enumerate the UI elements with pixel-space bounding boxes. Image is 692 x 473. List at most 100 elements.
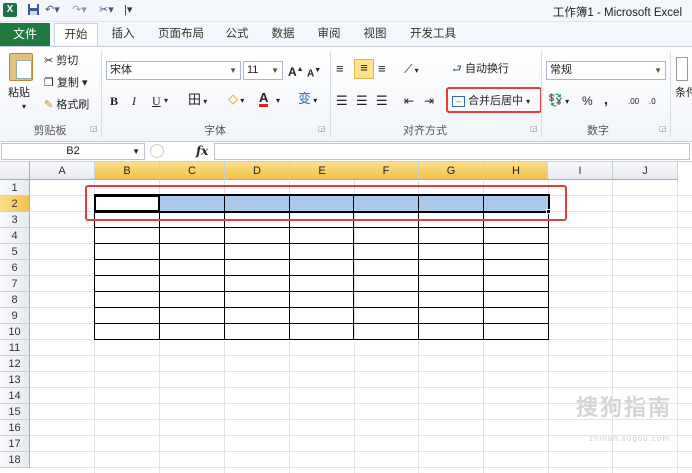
border-button[interactable]: 田 ▾ xyxy=(188,92,207,110)
row-header-10[interactable]: 10 xyxy=(0,324,30,340)
paste-button[interactable]: 粘贴 xyxy=(8,85,30,101)
grow-font-button[interactable]: A▲ xyxy=(288,62,304,80)
column-header-f[interactable]: F xyxy=(354,162,419,180)
tab-home[interactable]: 开始 xyxy=(54,23,98,46)
column-header-h[interactable]: H xyxy=(484,162,549,180)
cut-button[interactable]: ✂ 剪切 xyxy=(44,53,78,69)
tab-data[interactable]: 数据 xyxy=(264,23,302,46)
align-center-button[interactable]: ☰ xyxy=(356,93,368,109)
column-header-g[interactable]: G xyxy=(419,162,484,180)
copy-button[interactable]: ❐ 复制 ▾ xyxy=(44,75,88,91)
tab-developer[interactable]: 开发工具 xyxy=(402,23,464,46)
table-border xyxy=(94,339,549,340)
row-header-13[interactable]: 13 xyxy=(0,372,30,388)
customize-quick-access-icon[interactable]: |▾ xyxy=(124,3,132,18)
format-painter-button[interactable]: ✎ 格式刷 xyxy=(44,97,89,113)
align-left-button[interactable]: ☰ xyxy=(336,93,348,109)
row-header-18[interactable]: 18 xyxy=(0,452,30,468)
accounting-format-button[interactable]: 💱 ▾ xyxy=(548,92,569,110)
excel-logo-icon[interactable]: X xyxy=(3,3,17,17)
decrease-indent-button[interactable]: ⇤ xyxy=(404,93,414,109)
tab-formulas[interactable]: 公式 xyxy=(218,23,256,46)
increase-indent-button[interactable]: ⇥ xyxy=(424,93,434,109)
row-header-11[interactable]: 11 xyxy=(0,340,30,356)
align-bottom-icon: ≡ xyxy=(378,61,386,76)
phonetic-button[interactable]: 变 ▾ xyxy=(298,91,317,109)
underline-dropdown-icon[interactable]: ▾ xyxy=(164,93,168,109)
paste-dropdown-icon[interactable]: ▾ xyxy=(22,99,26,115)
select-all-corner[interactable] xyxy=(0,162,30,180)
row-header-14[interactable]: 14 xyxy=(0,388,30,404)
shrink-font-button[interactable]: A▼ xyxy=(307,63,321,82)
font-color-dropdown-icon[interactable]: ▾ xyxy=(276,93,280,109)
row-header-15[interactable]: 15 xyxy=(0,404,30,420)
row-header-16[interactable]: 16 xyxy=(0,420,30,436)
column-header-j[interactable]: J xyxy=(613,162,678,180)
column-header-e[interactable]: E xyxy=(290,162,355,180)
italic-button[interactable]: I xyxy=(132,93,136,109)
tab-insert[interactable]: 插入 xyxy=(104,23,142,46)
tab-view[interactable]: 视图 xyxy=(356,23,394,46)
copy-label: 复制 xyxy=(56,77,79,89)
column-header-c[interactable]: C xyxy=(160,162,225,180)
row-header-12[interactable]: 12 xyxy=(0,356,30,372)
row-header-1[interactable]: 1 xyxy=(0,180,30,196)
insert-function-button[interactable]: fx xyxy=(196,144,208,158)
table-border xyxy=(94,323,549,324)
column-header-d[interactable]: D xyxy=(225,162,290,180)
row-header-9[interactable]: 9 xyxy=(0,308,30,324)
decrease-indent-icon: ⇤ xyxy=(404,94,415,108)
wrap-text-button[interactable]: ⮐ 自动换行 xyxy=(452,61,509,77)
customize-icon[interactable]: ✂▾ xyxy=(99,3,114,18)
decrease-decimal-button[interactable]: .0 xyxy=(649,94,656,110)
name-box[interactable]: B2 ▼ xyxy=(1,143,145,160)
align-right-button[interactable]: ☰ xyxy=(376,93,388,109)
row-header-17[interactable]: 17 xyxy=(0,436,30,452)
save-icon[interactable] xyxy=(27,3,40,18)
align-middle-button[interactable]: ≡ xyxy=(354,59,374,79)
redo-icon[interactable]: ↷▾ xyxy=(72,3,87,18)
clipboard-launcher-icon[interactable]: ◲ xyxy=(90,124,98,133)
increase-decimal-button[interactable]: .00 xyxy=(628,94,639,110)
row-header-2[interactable]: 2 xyxy=(0,196,30,212)
paste-icon[interactable] xyxy=(9,53,33,81)
align-top-button[interactable]: ≡ xyxy=(336,61,344,77)
conditional-format-button[interactable]: 条件 xyxy=(675,85,692,101)
underline-button[interactable]: U xyxy=(152,93,161,109)
font-color-button[interactable]: A xyxy=(259,90,269,107)
formula-input[interactable] xyxy=(214,143,690,160)
row-header-5[interactable]: 5 xyxy=(0,244,30,260)
column-header-a[interactable]: A xyxy=(30,162,95,180)
row-header-7[interactable]: 7 xyxy=(0,276,30,292)
bold-button[interactable]: B xyxy=(110,93,118,109)
column-header-b[interactable]: B xyxy=(95,162,160,180)
percent-button[interactable]: % xyxy=(582,93,593,109)
conditional-format-icon[interactable] xyxy=(676,57,688,81)
worksheet-grid[interactable]: 搜狗指南 zhinan.sogou.com ABCDEFGHIJ12345678… xyxy=(0,162,692,473)
fill-color-button[interactable]: ◇ ▾ xyxy=(228,91,244,109)
comma-button[interactable]: , xyxy=(604,91,608,107)
number-launcher-icon[interactable]: ◲ xyxy=(659,124,667,133)
font-color-icon: A xyxy=(259,90,269,105)
table-border xyxy=(94,275,549,276)
tab-file[interactable]: 文件 xyxy=(0,23,50,46)
row-header-6[interactable]: 6 xyxy=(0,260,30,276)
gridline xyxy=(30,387,692,388)
gridline xyxy=(30,467,692,468)
font-size-combo[interactable]: 11 ▼ xyxy=(243,61,283,80)
row-header-4[interactable]: 4 xyxy=(0,228,30,244)
tab-review[interactable]: 审阅 xyxy=(310,23,348,46)
column-header-i[interactable]: I xyxy=(548,162,613,180)
cancel-entry-icon[interactable] xyxy=(150,144,164,158)
formula-bar: B2 ▼ fx xyxy=(0,142,692,162)
font-name-combo[interactable]: 宋体 ▼ xyxy=(106,61,241,80)
number-format-combo[interactable]: 常规 ▼ xyxy=(546,61,666,80)
align-bottom-button[interactable]: ≡ xyxy=(378,61,386,77)
font-launcher-icon[interactable]: ◲ xyxy=(318,124,326,133)
undo-icon[interactable]: ↶▾ xyxy=(45,3,60,18)
orientation-button[interactable]: ⟋ ▾ xyxy=(404,61,419,79)
tab-page-layout[interactable]: 页面布局 xyxy=(150,23,212,46)
row-header-8[interactable]: 8 xyxy=(0,292,30,308)
row-header-3[interactable]: 3 xyxy=(0,212,30,228)
alignment-launcher-icon[interactable]: ◲ xyxy=(530,124,538,133)
